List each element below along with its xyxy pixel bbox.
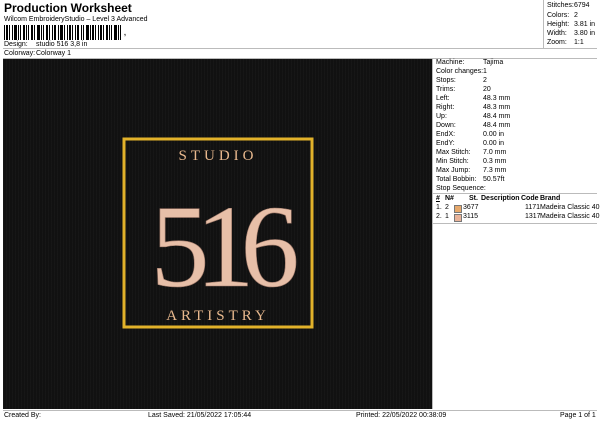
design-value: studio 516 3,8 in bbox=[36, 41, 88, 48]
col-code: Code bbox=[521, 195, 539, 202]
col-needle: N# bbox=[445, 195, 454, 202]
number-516: 516 bbox=[151, 181, 297, 312]
machine-info-row: Down: 48.4 mm bbox=[436, 122, 510, 129]
machine-info-row: Left: 48.3 mm bbox=[436, 95, 510, 102]
machine-info-row: Color changes: 1 bbox=[436, 68, 487, 75]
machine-info-value: 0.00 in bbox=[483, 131, 505, 138]
machine-info-value: 1 bbox=[483, 68, 487, 75]
stop-sequence-header: # N# St. Description Code Brand bbox=[436, 195, 560, 202]
summary-height: Height: 3.81 in bbox=[547, 21, 596, 28]
machine-info-value: 48.4 mm bbox=[483, 113, 511, 120]
machine-info-row: EndY: 0.00 in bbox=[436, 140, 504, 147]
info-column-divider bbox=[432, 58, 433, 409]
thread-color-swatch bbox=[454, 205, 462, 213]
machine-info-label: Machine: bbox=[436, 59, 465, 66]
machine-info-row: Machine: Tajima bbox=[436, 59, 503, 66]
colorway-label: Colorway: bbox=[4, 50, 36, 57]
machine-info-label: Left: bbox=[436, 95, 450, 102]
machine-info-label: Min Stitch: bbox=[436, 158, 469, 165]
machine-info-row: Trims: 20 bbox=[436, 86, 491, 93]
machine-info-value: 0.3 mm bbox=[483, 158, 507, 165]
machine-info-value: 50.57ft bbox=[483, 176, 505, 183]
machine-info-label: Max Stitch: bbox=[436, 149, 471, 156]
machine-info-row: Total Bobbin: 50.57ft bbox=[436, 176, 504, 183]
machine-info-value: 48.3 mm bbox=[483, 104, 511, 111]
machine-info-label: Down: bbox=[436, 122, 456, 129]
machine-info-row: Stops: 2 bbox=[436, 77, 487, 84]
machine-info-row: Up: 48.4 mm bbox=[436, 113, 510, 120]
summary-width: Width: 3.80 in bbox=[547, 30, 596, 37]
machine-info-label: Color changes: bbox=[436, 68, 484, 75]
created-by: Created By: bbox=[4, 412, 41, 419]
software-name: Wilcom EmbroideryStudio – Level 3 Advanc… bbox=[4, 16, 148, 23]
machine-info-row: Max Jump: 7.3 mm bbox=[436, 167, 506, 174]
machine-info-value: 20 bbox=[483, 86, 491, 93]
thread-color-swatch bbox=[454, 214, 462, 222]
design-row: Design: studio 516 3,8 in bbox=[4, 41, 87, 48]
machine-info-row: Right: 48.3 mm bbox=[436, 104, 510, 111]
machine-info-label: Trims: bbox=[436, 86, 456, 93]
colorway-value: Colorway 1 bbox=[36, 50, 72, 57]
footer-divider bbox=[3, 410, 597, 411]
machine-info-value: 48.4 mm bbox=[483, 122, 511, 129]
header-divider bbox=[3, 48, 597, 49]
machine-info-value: Tajima bbox=[483, 59, 504, 66]
stop-sequence-divider bbox=[432, 193, 597, 194]
col-index: # bbox=[436, 195, 440, 202]
machine-info-label: Max Jump: bbox=[436, 167, 471, 174]
machine-info-value: 48.3 mm bbox=[483, 95, 511, 102]
embroidery-design-preview: STUDIO 516 ARTISTRY bbox=[122, 137, 314, 329]
machine-info-value: 7.0 mm bbox=[483, 149, 507, 156]
machine-info-label: Up: bbox=[436, 113, 447, 120]
barcode-image bbox=[4, 25, 121, 40]
machine-info-label: EndX: bbox=[436, 131, 456, 138]
studio-text: STUDIO bbox=[179, 148, 258, 164]
machine-info-value: 2 bbox=[483, 77, 487, 84]
machine-info-row: Min Stitch: 0.3 mm bbox=[436, 158, 506, 165]
summary-zoom: Zoom: 1:1 bbox=[547, 39, 584, 46]
printed-date: Printed: 22/05/2022 00:38:09 bbox=[356, 412, 447, 419]
col-description: Description bbox=[481, 195, 520, 202]
machine-info-row: EndX: 0.00 in bbox=[436, 131, 504, 138]
colorway-row: Colorway: Colorway 1 bbox=[4, 50, 71, 57]
col-stitches: St. bbox=[469, 195, 478, 202]
page-number: Page 1 of 1 bbox=[560, 412, 596, 419]
table-row: 1. 2 3677 1171 Madeira Classic 40 bbox=[436, 204, 600, 213]
summary-stitches: Stitches: 6794 bbox=[547, 2, 590, 9]
machine-info-label: Total Bobbin: bbox=[436, 176, 477, 183]
machine-info-value: 7.3 mm bbox=[483, 167, 507, 174]
last-saved: Last Saved: 21/05/2022 17:05:44 bbox=[148, 412, 252, 419]
machine-info-label: EndY: bbox=[436, 140, 455, 147]
artistry-text: ARTISTRY bbox=[166, 308, 270, 324]
table-row: 2. 1 3115 1317 Madeira Classic 40 bbox=[436, 213, 600, 222]
machine-info-label: Right: bbox=[436, 104, 455, 111]
design-label: Design: bbox=[4, 41, 28, 48]
barcode-suffix: , bbox=[124, 30, 126, 37]
machine-info-value: 0.00 in bbox=[483, 140, 505, 147]
machine-info-row: Max Stitch: 7.0 mm bbox=[436, 149, 506, 156]
summary-colors: Colors: 2 bbox=[547, 12, 578, 19]
col-brand: Brand bbox=[540, 195, 561, 202]
stop-sequence-title: Stop Sequence: bbox=[436, 185, 486, 192]
summary-divider bbox=[543, 0, 544, 48]
page-title: Production Worksheet bbox=[4, 1, 132, 15]
machine-info-label: Stops: bbox=[436, 77, 456, 84]
stop-sequence-bottom-divider bbox=[432, 223, 597, 224]
